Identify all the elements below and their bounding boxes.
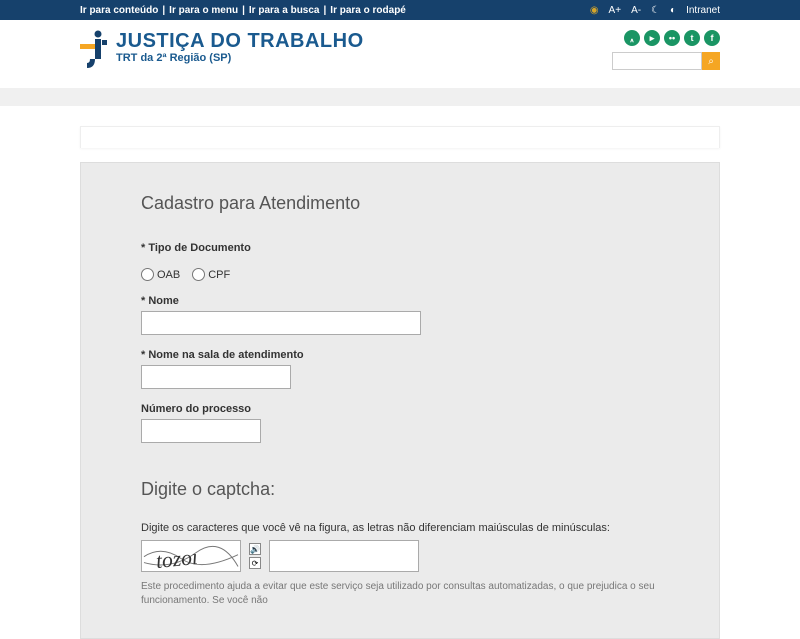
separator: | <box>323 5 326 16</box>
accessibility-topbar: Ir para conteúdo | Ir para o menu | Ir p… <box>0 0 800 20</box>
skip-footer-link[interactable]: Ir para o rodapé <box>330 5 406 16</box>
captcha-instruction: Digite os caracteres que você vê na figu… <box>141 522 659 534</box>
processo-field: Número do processo <box>141 403 659 443</box>
logo-block[interactable]: JUSTIÇA DO TRABALHO TRT da 2ª Região (SP… <box>80 30 364 74</box>
social-icons: ៱ ▸ •• t f <box>624 30 720 46</box>
facebook-icon[interactable]: f <box>704 30 720 46</box>
logo-icon <box>80 30 108 74</box>
search-icon: ⌕ <box>708 56 714 67</box>
form-title: Cadastro para Atendimento <box>141 193 659 214</box>
processo-label: Número do processo <box>141 403 659 415</box>
captcha-refresh-icon[interactable]: ⟳ <box>249 557 261 569</box>
font-decrease-button[interactable]: A- <box>631 5 641 16</box>
breadcrumb-strip <box>80 126 720 148</box>
logo-title: JUSTIÇA DO TRABALHO <box>116 30 364 52</box>
skip-menu-link[interactable]: Ir para o menu <box>169 5 238 16</box>
processo-input[interactable] <box>141 419 261 443</box>
skip-search-link[interactable]: Ir para a busca <box>249 5 320 16</box>
doc-type-field: * Tipo de Documento <box>141 242 659 254</box>
intranet-link[interactable]: Intranet <box>686 5 720 16</box>
nav-band <box>0 88 800 106</box>
nome-sala-input[interactable] <box>141 365 291 389</box>
twitter-icon[interactable]: t <box>684 30 700 46</box>
captcha-title: Digite o captcha: <box>141 479 659 500</box>
site-header: JUSTIÇA DO TRABALHO TRT da 2ª Região (SP… <box>0 20 800 88</box>
header-right: ៱ ▸ •• t f ⌕ <box>612 30 720 70</box>
nome-sala-label: * Nome na sala de atendimento <box>141 349 659 361</box>
doc-type-radios: OAB CPF <box>141 268 659 281</box>
radio-cpf-text: CPF <box>208 269 230 281</box>
radio-oab-text: OAB <box>157 269 180 281</box>
captcha-glyph: tozoı <box>142 541 240 572</box>
nome-label: * Nome <box>141 295 659 307</box>
nome-sala-field: * Nome na sala de atendimento <box>141 349 659 389</box>
captcha-controls: 🔊 ⟳ <box>249 543 261 569</box>
font-increase-button[interactable]: A+ <box>609 5 622 16</box>
skip-content-link[interactable]: Ir para conteúdo <box>80 5 158 16</box>
registration-form-panel: Cadastro para Atendimento * Tipo de Docu… <box>80 162 720 639</box>
svg-text:tozoı: tozoı <box>155 545 199 572</box>
accessibility-icon[interactable]: ◉ <box>590 5 599 16</box>
captcha-note: Este procedimento ajuda a evitar que est… <box>141 580 659 608</box>
radio-oab[interactable] <box>141 268 154 281</box>
separator: | <box>242 5 245 16</box>
contrast-toggle-icon[interactable]: ☾ <box>651 5 660 16</box>
logo-text: JUSTIÇA DO TRABALHO TRT da 2ª Região (SP… <box>116 30 364 64</box>
search-box: ⌕ <box>612 52 720 70</box>
separator: | <box>162 5 165 16</box>
skip-links: Ir para conteúdo | Ir para o menu | Ir p… <box>80 5 406 16</box>
doc-type-label: * Tipo de Documento <box>141 242 659 254</box>
radio-oab-label[interactable]: OAB <box>141 268 180 281</box>
nome-field: * Nome <box>141 295 659 335</box>
captcha-row: tozoı 🔊 ⟳ <box>141 540 659 572</box>
search-button[interactable]: ⌕ <box>702 52 720 70</box>
accessibility-controls: ◉ A+ A- ☾ ◐ Intranet <box>590 5 720 16</box>
radio-cpf[interactable] <box>192 268 205 281</box>
captcha-input[interactable] <box>269 540 419 572</box>
radio-cpf-label[interactable]: CPF <box>192 268 230 281</box>
captcha-audio-icon[interactable]: 🔊 <box>249 543 261 555</box>
flickr-icon[interactable]: •• <box>664 30 680 46</box>
nome-input[interactable] <box>141 311 421 335</box>
captcha-image: tozoı <box>141 540 241 572</box>
youtube-icon[interactable]: ▸ <box>644 30 660 46</box>
logo-subtitle: TRT da 2ª Região (SP) <box>116 52 364 64</box>
search-input[interactable] <box>612 52 702 70</box>
content-area: Cadastro para Atendimento * Tipo de Docu… <box>0 106 800 639</box>
rss-icon[interactable]: ៱ <box>624 30 640 46</box>
high-contrast-icon[interactable]: ◐ <box>670 5 676 16</box>
